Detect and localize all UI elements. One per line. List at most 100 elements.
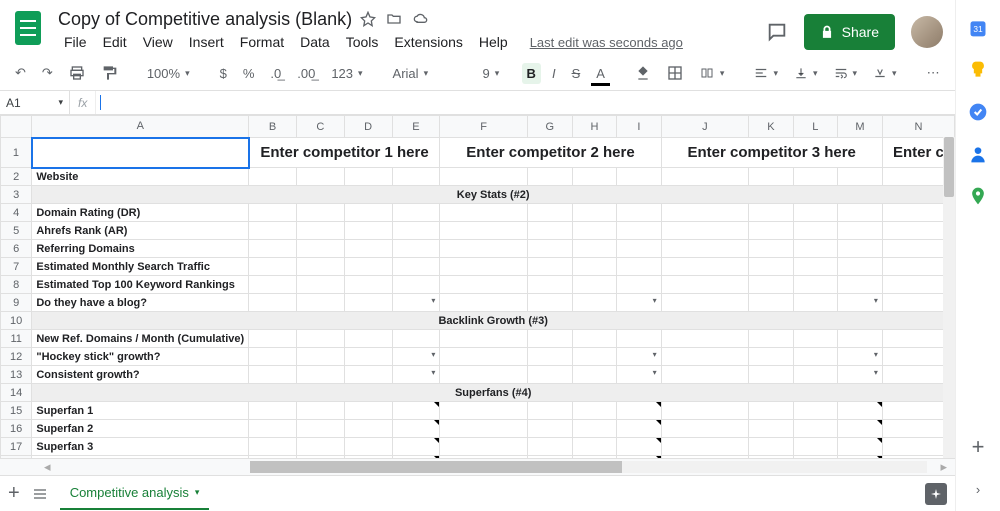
row-header[interactable]: 1 xyxy=(1,138,32,168)
cell[interactable] xyxy=(838,420,883,438)
undo-icon[interactable]: ↶ xyxy=(10,62,31,84)
cell[interactable] xyxy=(661,204,749,222)
cell[interactable] xyxy=(344,222,392,240)
col-header[interactable]: H xyxy=(572,116,617,138)
cell[interactable] xyxy=(344,420,392,438)
cell[interactable] xyxy=(749,366,794,384)
menu-format[interactable]: Format xyxy=(234,32,290,52)
cell[interactable] xyxy=(749,240,794,258)
row-header[interactable]: 17 xyxy=(1,438,32,456)
cell[interactable] xyxy=(392,348,440,366)
borders[interactable] xyxy=(662,62,688,84)
text-rotation[interactable] xyxy=(868,63,902,83)
menu-tools[interactable]: Tools xyxy=(340,32,385,52)
cell[interactable] xyxy=(527,348,572,366)
cell[interactable] xyxy=(749,402,794,420)
row-label[interactable]: Superfan 1 xyxy=(32,402,249,420)
cell[interactable] xyxy=(661,276,749,294)
hide-panel-icon[interactable]: › xyxy=(968,479,988,499)
cell[interactable] xyxy=(249,366,297,384)
add-sheet-button[interactable]: + xyxy=(8,482,20,505)
cell[interactable] xyxy=(344,276,392,294)
cell-a1[interactable] xyxy=(32,138,249,168)
cell[interactable] xyxy=(793,204,837,222)
cell[interactable] xyxy=(661,420,749,438)
star-icon[interactable] xyxy=(360,11,376,27)
row-label[interactable]: Superfan 2 xyxy=(32,420,249,438)
menu-file[interactable]: File xyxy=(58,32,93,52)
cell[interactable] xyxy=(661,330,749,348)
horizontal-scrollbar[interactable] xyxy=(250,461,927,473)
format-percent[interactable]: % xyxy=(238,63,260,84)
cell[interactable] xyxy=(392,204,440,222)
row-header[interactable]: 11 xyxy=(1,330,32,348)
paint-format-icon[interactable] xyxy=(96,62,122,84)
cell[interactable] xyxy=(749,294,794,312)
cell[interactable] xyxy=(527,420,572,438)
cell[interactable] xyxy=(572,222,617,240)
cell[interactable] xyxy=(838,168,883,186)
col-header[interactable]: E xyxy=(392,116,440,138)
competitor-header[interactable]: Enter competitor 2 here xyxy=(440,138,661,168)
formula-bar[interactable] xyxy=(95,91,955,114)
row-header[interactable]: 10 xyxy=(1,312,32,330)
cell[interactable] xyxy=(296,348,344,366)
cell[interactable] xyxy=(527,222,572,240)
text-wrap[interactable] xyxy=(829,63,863,83)
cell[interactable] xyxy=(572,330,617,348)
cell[interactable] xyxy=(392,294,440,312)
cell[interactable] xyxy=(793,348,837,366)
last-edit[interactable]: Last edit was seconds ago xyxy=(524,33,689,52)
cell[interactable] xyxy=(661,240,749,258)
cell[interactable] xyxy=(617,240,661,258)
sheets-logo[interactable] xyxy=(8,8,48,48)
cell[interactable] xyxy=(661,402,749,420)
cell[interactable] xyxy=(392,258,440,276)
cell[interactable] xyxy=(296,366,344,384)
fill-color[interactable] xyxy=(630,62,656,84)
row-label[interactable]: Website xyxy=(32,168,249,186)
cell[interactable] xyxy=(249,402,297,420)
cell[interactable] xyxy=(793,438,837,456)
cell[interactable] xyxy=(527,258,572,276)
row-label[interactable]: Referring Domains xyxy=(32,240,249,258)
cell[interactable] xyxy=(572,402,617,420)
row-label[interactable]: Domain Rating (DR) xyxy=(32,204,249,222)
cell[interactable] xyxy=(838,222,883,240)
row-header[interactable]: 5 xyxy=(1,222,32,240)
v-align[interactable] xyxy=(789,63,823,83)
cell[interactable] xyxy=(440,168,528,186)
calendar-icon[interactable]: 31 xyxy=(968,18,988,38)
cell[interactable] xyxy=(749,276,794,294)
cell[interactable] xyxy=(392,240,440,258)
cell[interactable] xyxy=(793,258,837,276)
cell[interactable] xyxy=(296,438,344,456)
cell[interactable] xyxy=(296,420,344,438)
menu-extensions[interactable]: Extensions xyxy=(388,32,468,52)
cell[interactable] xyxy=(392,402,440,420)
row-label[interactable]: "Hockey stick" growth? xyxy=(32,348,249,366)
cell[interactable] xyxy=(249,258,297,276)
h-align[interactable] xyxy=(749,63,783,83)
cell[interactable] xyxy=(572,240,617,258)
cell[interactable] xyxy=(793,366,837,384)
cell[interactable] xyxy=(249,276,297,294)
more-formats[interactable]: 123 xyxy=(326,63,367,84)
col-header[interactable]: M xyxy=(838,116,883,138)
contacts-icon[interactable] xyxy=(968,144,988,164)
cell[interactable] xyxy=(661,168,749,186)
cell[interactable] xyxy=(838,348,883,366)
cell[interactable] xyxy=(838,402,883,420)
cell[interactable] xyxy=(249,222,297,240)
row-header[interactable]: 9 xyxy=(1,294,32,312)
select-all[interactable] xyxy=(1,116,32,138)
cell[interactable] xyxy=(249,348,297,366)
col-header[interactable]: C xyxy=(296,116,344,138)
cell[interactable] xyxy=(572,366,617,384)
row-header[interactable]: 8 xyxy=(1,276,32,294)
cell[interactable] xyxy=(296,258,344,276)
row-header[interactable]: 7 xyxy=(1,258,32,276)
cell[interactable] xyxy=(527,402,572,420)
cell[interactable] xyxy=(249,420,297,438)
cell[interactable] xyxy=(838,366,883,384)
